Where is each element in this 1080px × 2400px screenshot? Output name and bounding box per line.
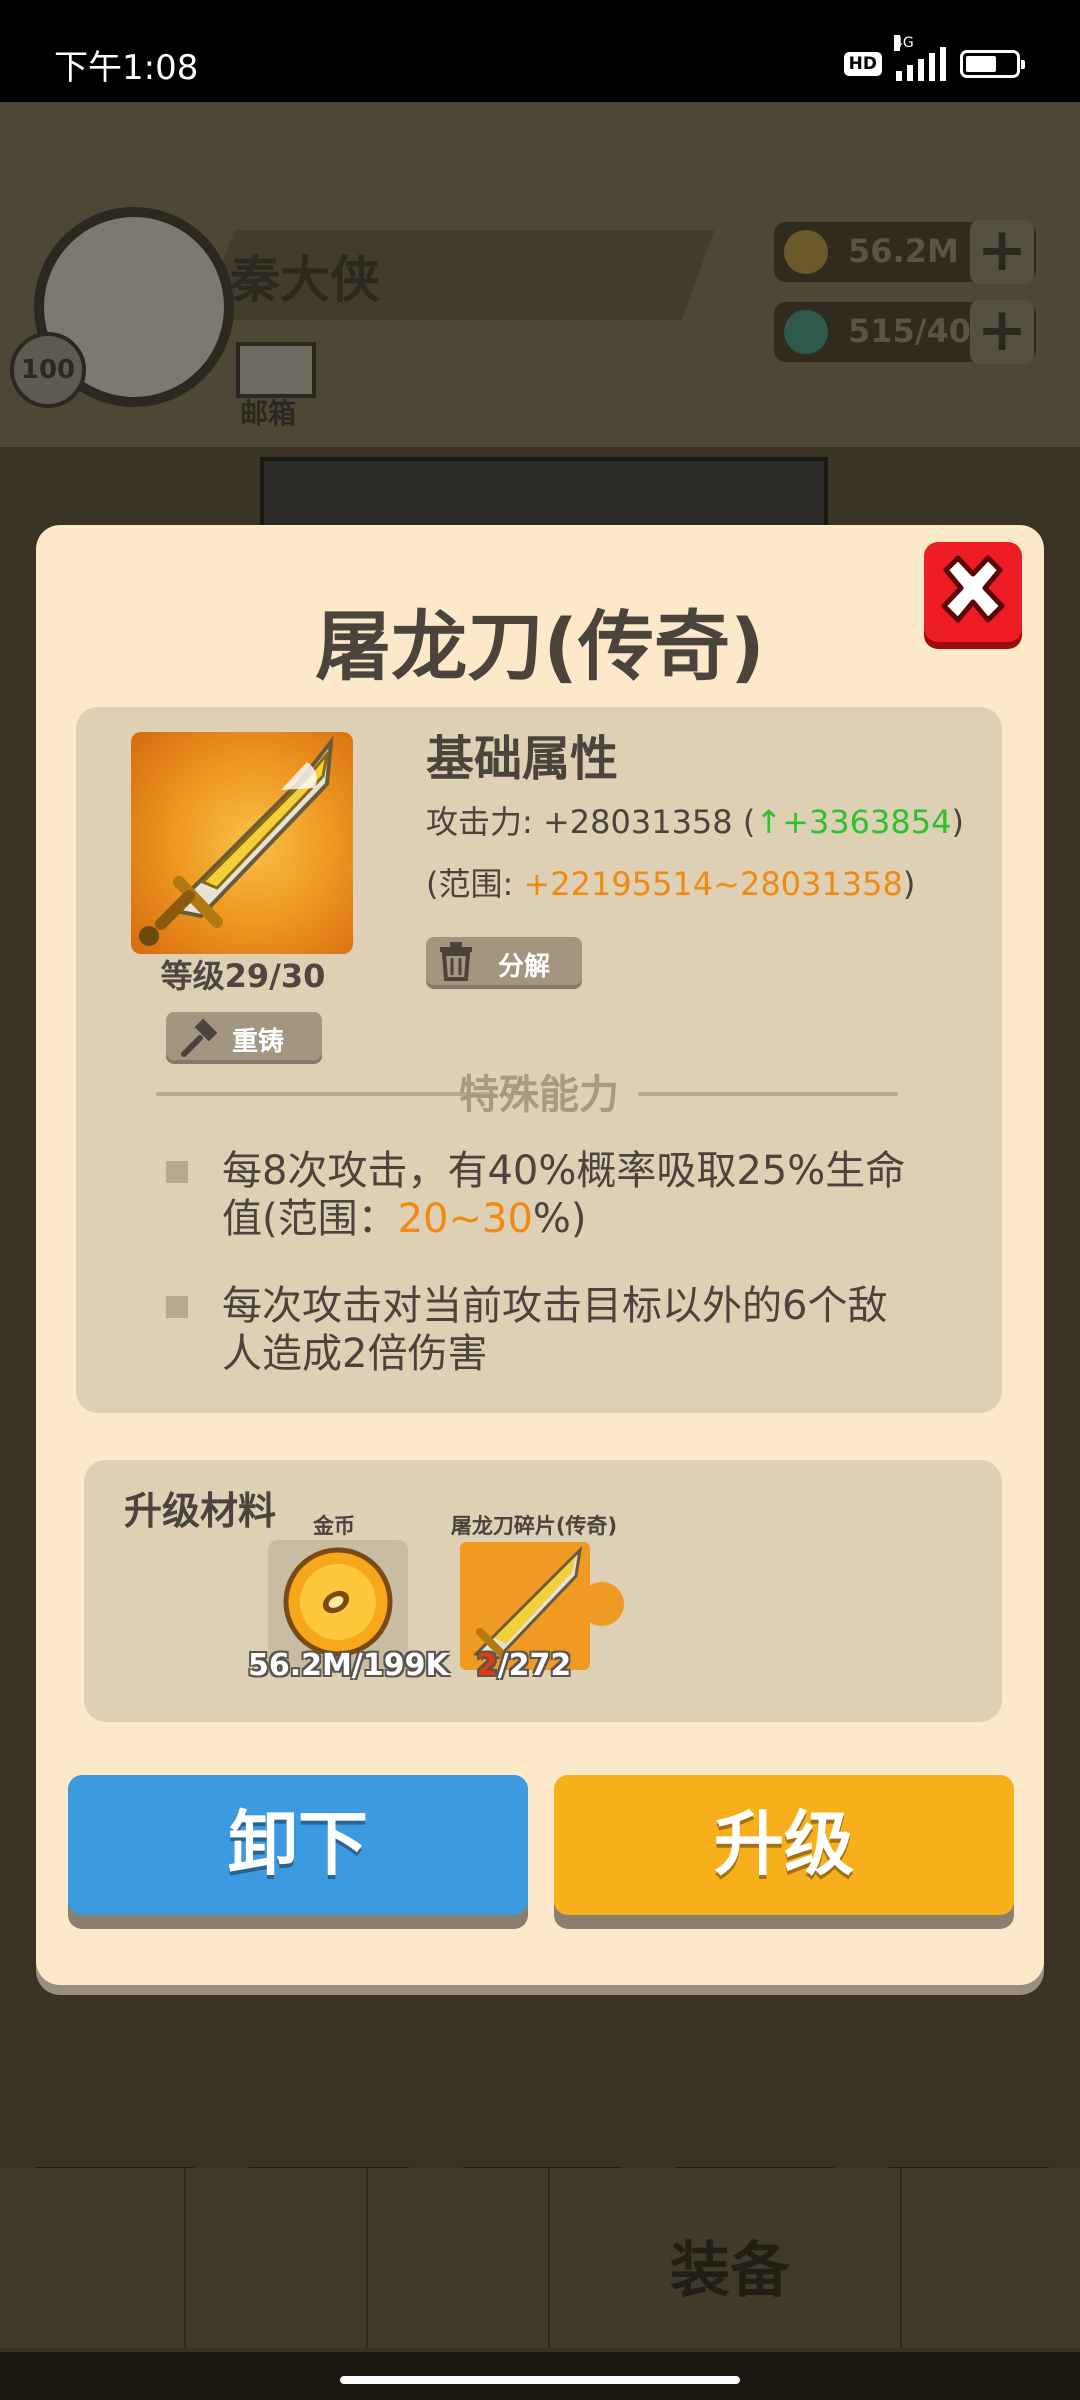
gem-counter: 515/40 + (774, 300, 1036, 364)
bullet-icon (166, 1161, 188, 1183)
nav-tab-task (0, 2168, 187, 2348)
ability-1-text: 每8次攻击，有40%概率吸取25%生命值(范围：20~30%) (222, 1148, 906, 1242)
battery-icon (960, 50, 1025, 78)
upgrade-button[interactable]: 升级 (554, 1775, 1014, 1915)
attack-row: 攻击力: +28031358 (↑+3363854) (426, 797, 964, 843)
special-ability-header: 特殊能力 (76, 1062, 1002, 1122)
nav-tab-battle (368, 2168, 551, 2348)
gem-icon (784, 310, 828, 354)
sword-icon (139, 735, 334, 946)
player-name: 秦大侠 (230, 251, 380, 309)
shard-count: 2/272 (476, 1648, 572, 1683)
ability-2-text: 每次攻击对当前攻击目标以外的6个敌人造成2倍伤害 (222, 1283, 888, 1377)
basic-attributes-title: 基础属性 (426, 731, 619, 787)
home-indicator[interactable] (340, 2376, 740, 2384)
range-row: (范围: +22195514~28031358) (426, 859, 915, 905)
basic-attributes-card: 等级29/30 重铸 基础属性 攻击力: +28031358 (↑+336385… (76, 707, 1002, 1413)
add-gem-button: + (970, 300, 1034, 364)
item-level: 等级29/30 (160, 957, 326, 995)
reforge-button[interactable]: 重铸 (166, 1012, 322, 1060)
special-ability-title: 特殊能力 (459, 1072, 619, 1118)
gold-label: 金币 (313, 1514, 355, 1538)
hammer-icon (181, 1018, 218, 1057)
range-label: (范围: (426, 865, 524, 903)
bullet-icon (166, 1296, 188, 1318)
hd-badge: HD (843, 52, 882, 76)
gold-amount: 56.2M (848, 232, 959, 270)
nav-equipment-label: 装备 (670, 2236, 790, 2306)
attack-label: 攻击力: +28031358 ( (426, 803, 756, 841)
shard-label: 屠龙刀碎片(传奇) (450, 1514, 618, 1538)
mailbox-icon (236, 342, 316, 398)
unequip-button[interactable]: 卸下 (68, 1775, 528, 1915)
player-level-badge: 100 (10, 332, 86, 408)
gold-counter: 56.2M + (774, 220, 1036, 284)
trash-icon (440, 942, 472, 981)
nav-tab-cultivate (186, 2168, 369, 2348)
status-time: 下午1:08 (54, 48, 199, 88)
status-icons: HD 4G (843, 35, 1025, 82)
materials-title: 升级材料 (124, 1489, 277, 1533)
reforge-label: 重铸 (232, 1027, 285, 1057)
coin-icon (784, 230, 828, 274)
gem-amount: 515/40 (848, 312, 972, 350)
signal-icon: 4G (894, 35, 946, 81)
player-header: 100 秦大侠 邮箱 56.2M + 515/40 + (0, 102, 1080, 447)
range-close: ) (902, 865, 916, 903)
item-title: 屠龙刀(传奇) (315, 602, 765, 691)
gold-count: 56.2M/199K (248, 1648, 449, 1683)
item-image (131, 732, 353, 954)
network-type: 4G (894, 35, 914, 51)
nav-tab-collect (902, 2168, 1080, 2348)
attack-increase: ↑+3363854 (755, 803, 952, 841)
add-gold-button: + (970, 220, 1034, 284)
attack-close: ) (951, 803, 964, 841)
upgrade-materials-card: 升级材料 金币 56.2M/199K 屠龙刀碎片(传奇) 2/272 (84, 1460, 1002, 1722)
disassemble-label: 分解 (498, 952, 551, 982)
status-bar: 下午1:08 HD 4G (0, 0, 1080, 102)
mailbox-label: 邮箱 (240, 397, 297, 430)
item-detail-dialog: 屠龙刀(传奇) 等级29/30 重铸 基础属性 攻击力: +28031358 (… (36, 525, 1044, 1985)
range-value: +22195514~28031358 (523, 865, 903, 903)
disassemble-button[interactable]: 分解 (426, 937, 582, 985)
